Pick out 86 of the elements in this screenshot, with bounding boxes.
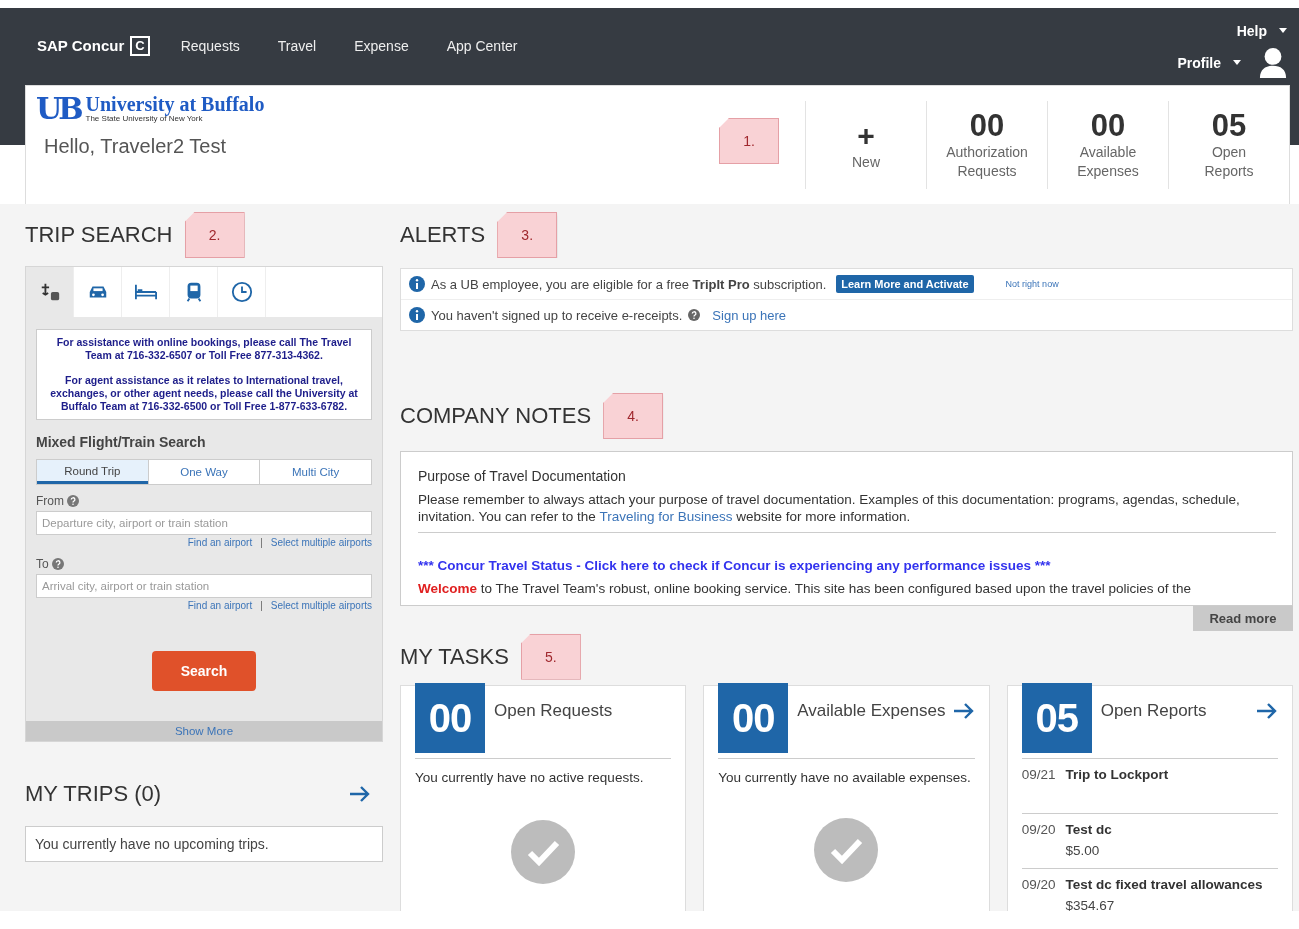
- report-amount: $354.67: [1065, 898, 1116, 911]
- location-input[interactable]: Arrival city, airport or train station: [36, 574, 372, 598]
- nav-link[interactable]: Travel: [277, 37, 317, 54]
- university-logo-mark: UB: [36, 95, 80, 123]
- report-date: 09/20: [1021, 822, 1056, 839]
- welcome-text: Welcome to The Travel Team's robust, online booking service. This site has been configured based upon the travel policies of the: [418, 581, 1193, 596]
- sign-up-link[interactable]: Sign up here: [712, 307, 787, 323]
- sticky-note: 5.: [520, 633, 581, 680]
- section-title: MY TRIPS (0): [25, 781, 162, 807]
- brand-logo[interactable]: SAP Concur: [37, 37, 125, 54]
- link-separator: |: [260, 537, 263, 548]
- nav-link[interactable]: Requests: [180, 37, 240, 54]
- trips-message: You currently have no upcoming trips.: [25, 826, 383, 862]
- alert-text: You haven't signed up to receive e-receipts.: [431, 307, 683, 323]
- notice-text: For agent assistance as it relates to International travel, exchanges, or other agent needs, please call the University at Buffalo Team at 716-332-6500 or Toll Free 1-877-633-6782.: [49, 374, 359, 413]
- travel-status-link[interactable]: *** Concur Travel Status - Click here to check if Concur is experiencing any performance issues ***: [418, 558, 1276, 573]
- nav-link[interactable]: App Center: [446, 37, 518, 54]
- brand-mark: C: [130, 35, 150, 56]
- help-icon[interactable]: [688, 309, 701, 321]
- task-title[interactable]: Open Requests: [494, 701, 613, 721]
- traveling-for-business-link[interactable]: Traveling for Business: [599, 509, 733, 524]
- info-icon: [409, 276, 425, 292]
- help-menu[interactable]: Help: [1236, 22, 1267, 39]
- report-item[interactable]: 09/21 Trip to Lockport: [1021, 759, 1278, 814]
- report-amount: $5.00: [1065, 843, 1101, 858]
- caret-icon: [1233, 60, 1241, 65]
- info-icon: [409, 307, 425, 323]
- user-avatar-icon[interactable]: [1259, 46, 1287, 79]
- checkmark-icon: [814, 818, 879, 882]
- report-name: Trip to Lockport: [1065, 767, 1169, 782]
- notice-text: For assistance with online bookings, please call The Travel Team at 716-332-6507 or Toll Free 877-313-4362.: [55, 336, 353, 362]
- location-input[interactable]: Departure city, airport or train station: [36, 511, 372, 535]
- task-count: 05: [1021, 683, 1092, 753]
- task-count: 00: [718, 683, 789, 753]
- note-heading: Purpose of Travel Documentation: [418, 468, 627, 484]
- sticky-note: 1.: [719, 118, 779, 164]
- sticky-note: 2.: [184, 212, 245, 258]
- report-date: 09/20: [1021, 877, 1056, 894]
- find-airport-link[interactable]: Find an airport: [187, 537, 253, 548]
- flight-tab[interactable]: [26, 267, 74, 317]
- task-message: You currently have no active requests.: [415, 769, 645, 787]
- university-name: University at Buffalo: [85, 94, 265, 114]
- task-title[interactable]: Available Expenses: [797, 701, 946, 721]
- arrow-right-icon[interactable]: [349, 786, 371, 802]
- find-airport-link[interactable]: Find an airport: [187, 600, 253, 611]
- trip-type-tab[interactable]: Round Trip: [37, 460, 148, 484]
- note-paragraph: Please remember to always attach your purpose of travel documentation. Examples of this documentation: programs, agendas, schedule, invitation. You can refer to the Traveling for Business website for more information.: [418, 491, 1241, 525]
- quick-stat-tile[interactable]: 05 Open Reports: [1168, 101, 1289, 189]
- activate-button[interactable]: Learn More and Activate: [836, 275, 974, 293]
- clock-icon: [230, 281, 253, 303]
- multiple-airports-link[interactable]: Select multiple airports: [270, 600, 372, 611]
- link-separator: |: [260, 600, 263, 611]
- field-label: From: [36, 494, 64, 508]
- quick-stat-tile[interactable]: + New: [805, 101, 926, 189]
- multiple-airports-link[interactable]: Select multiple airports: [270, 537, 372, 548]
- section-title: COMPANY NOTES: [400, 403, 592, 429]
- nav-link[interactable]: Expense: [354, 37, 409, 54]
- alert-text: As a UB employee, you are eligible for a free TripIt Pro subscription.: [431, 276, 827, 292]
- arrow-right-icon[interactable]: [952, 703, 975, 719]
- report-name: Test dc fixed travel allowances: [1065, 877, 1263, 892]
- arrow-right-icon[interactable]: [1256, 703, 1278, 719]
- search-button[interactable]: Search: [152, 651, 256, 691]
- task-title[interactable]: Open Reports: [1100, 701, 1207, 721]
- report-item[interactable]: 09/20 Test dc fixed travel allowances $354.67: [1021, 869, 1278, 911]
- report-date: 09/21: [1021, 767, 1056, 784]
- field-label: To: [36, 557, 49, 571]
- section-title: MY TASKS: [400, 643, 509, 670]
- task-message: You currently have no available expenses.: [718, 769, 972, 787]
- caret-icon: [1279, 28, 1287, 33]
- sticky-note: 3.: [497, 212, 558, 258]
- task-count: 00: [415, 683, 485, 753]
- report-name: Test dc: [1065, 822, 1112, 837]
- profile-menu[interactable]: Profile: [1177, 54, 1221, 71]
- greeting: Hello, Traveler2 Test: [44, 135, 227, 158]
- dismiss-link[interactable]: Not right now: [1005, 279, 1059, 289]
- quick-stat-tile[interactable]: 00 Available Expenses: [1047, 101, 1168, 189]
- section-title: TRIP SEARCH: [25, 222, 173, 248]
- section-title: ALERTS: [400, 222, 486, 248]
- form-title: Mixed Flight/Train Search: [36, 434, 207, 450]
- quick-stat-tile[interactable]: 00 Authorization Requests: [926, 101, 1047, 189]
- read-more-button[interactable]: Read more: [1193, 606, 1293, 631]
- help-icon[interactable]: [67, 495, 79, 507]
- report-item[interactable]: 09/20 Test dc $5.00: [1021, 814, 1278, 869]
- checkmark-icon: [511, 820, 576, 884]
- help-icon[interactable]: [51, 558, 64, 570]
- sticky-note: 4.: [603, 393, 664, 439]
